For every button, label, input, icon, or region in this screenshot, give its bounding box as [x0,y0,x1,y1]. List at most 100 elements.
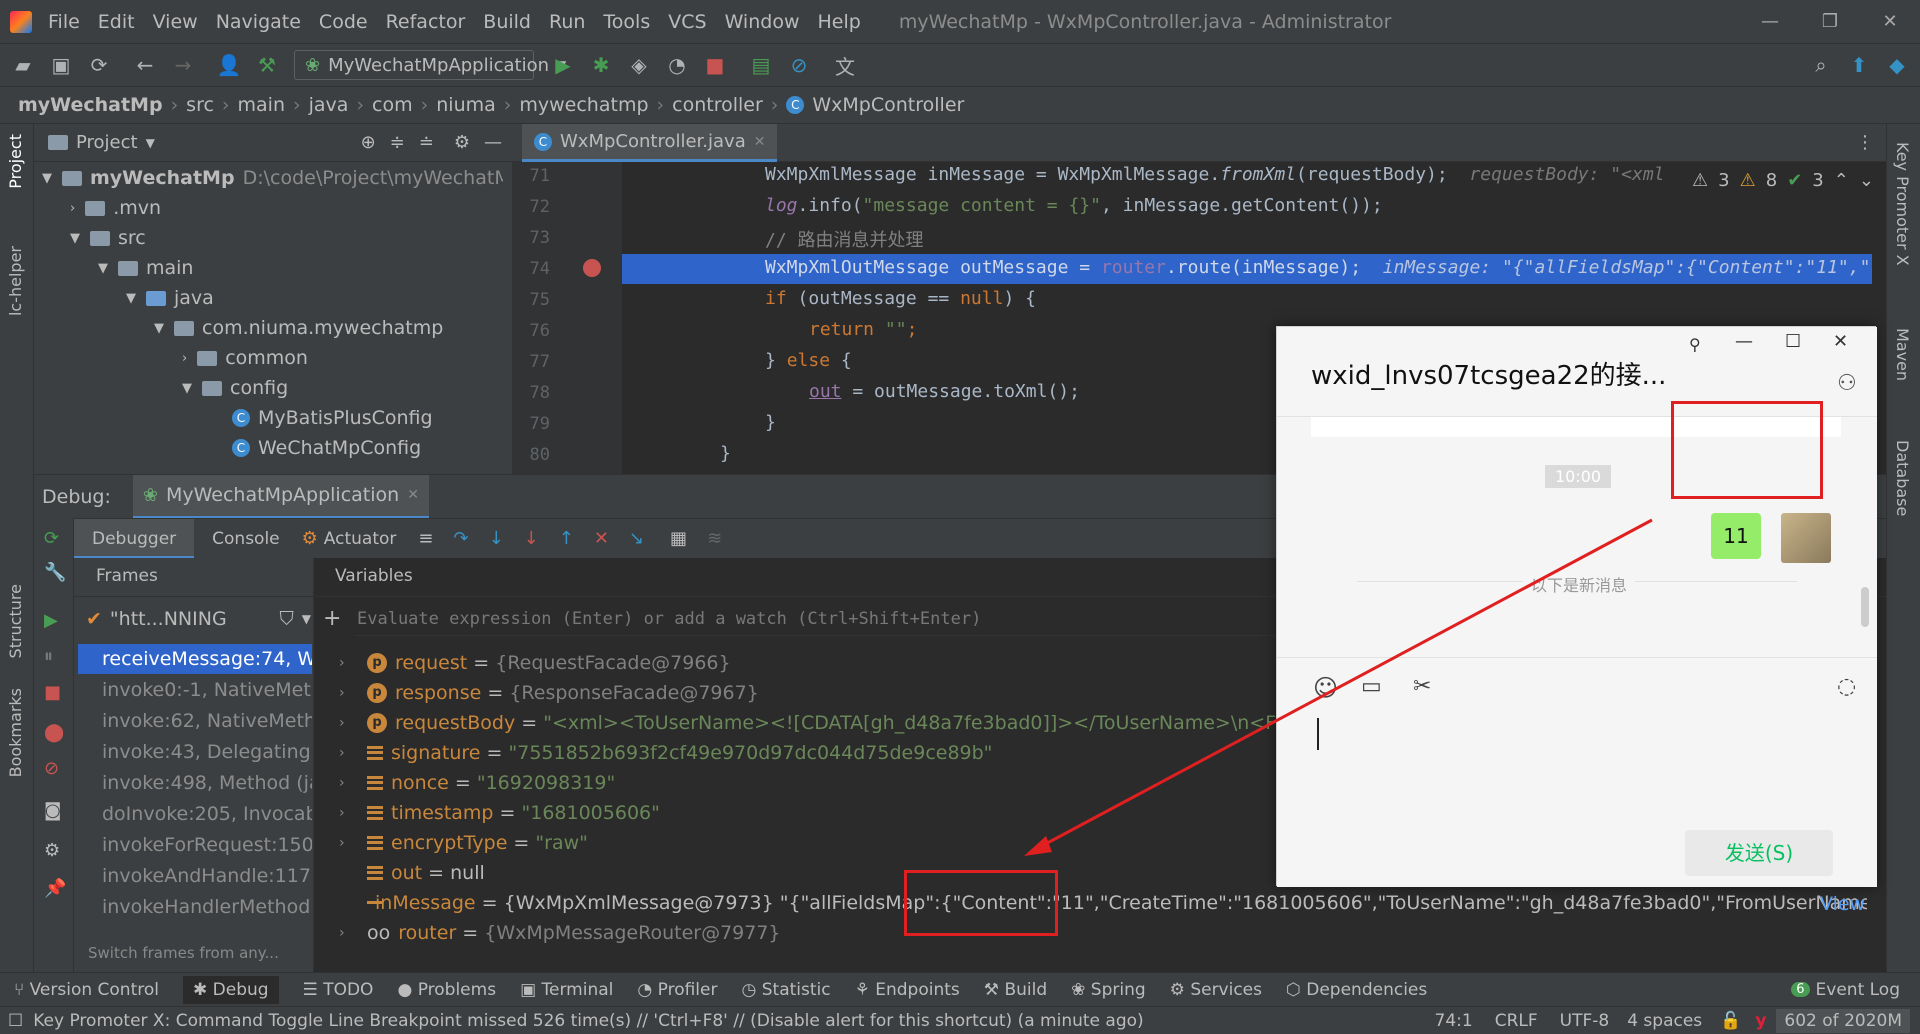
step-out-icon[interactable]: ↑ [559,528,574,549]
tree-item-package[interactable]: ▼ com.niuma.mywechatmp [154,313,443,343]
prev-issue-icon[interactable]: ⌃ [1834,170,1849,191]
tree-item-common[interactable]: › common [182,343,308,373]
trace-icon[interactable]: ≋ [707,528,722,549]
scrollbar[interactable] [1861,587,1869,627]
tree-item-mvn[interactable]: › .mvn [70,193,161,223]
project-tool-tab[interactable]: Project [6,134,25,189]
drop-frame-icon[interactable]: ✕ [594,528,609,549]
open-folder-icon[interactable]: ▰ [10,52,36,78]
force-step-into-icon[interactable]: ↓ [524,528,539,549]
pause-icon[interactable]: ⏸ [44,646,53,667]
variable-row[interactable]: ›inMessage = {WxMpXmlMessage@7973} "{"al… [367,888,1867,918]
variable-row[interactable]: › nonce = "1692098319" [339,768,615,798]
scissors-icon[interactable]: ✂ [1413,674,1431,699]
tab-actuator[interactable]: Actuator [318,529,409,549]
plugin-y-icon[interactable]: y [1755,1011,1766,1031]
status-message[interactable]: Key Promoter X: Command Toggle Line Brea… [33,1011,1213,1031]
tree-item-mybatisplusconfig[interactable]: C MyBatisPlusConfig [232,403,433,433]
menu-code[interactable]: Code [319,11,368,33]
restore-icon[interactable]: ❐ [1800,11,1860,32]
tool-statistic[interactable]: ◷ Statistic [741,980,830,1000]
gear-icon[interactable]: ⚙ [44,840,60,861]
frame-row[interactable]: invoke:62, NativeMethod [102,706,312,736]
emoji-icon[interactable]: ☺ [1313,674,1338,702]
next-issue-icon[interactable]: ⌄ [1859,170,1874,191]
frame-row[interactable]: invoke:43, DelegatingMe [102,737,312,767]
mute-breakpoints-icon[interactable]: ⊘ [44,758,59,779]
frame-row[interactable]: doInvoke:205, Invocable [102,799,312,829]
variable-row[interactable]: › oo router = {WxMpMessageRouter@7977} [339,918,781,948]
gear-icon[interactable]: ⚙ [454,132,470,153]
statistic-icon[interactable]: ▤ [748,52,774,78]
pin-icon[interactable]: ⚲ [1689,335,1701,354]
menu-file[interactable]: File [48,11,80,33]
tab-console[interactable]: Console [194,529,298,549]
frame-row[interactable]: invokeAndHandle:117, Se [102,861,312,891]
tree-item-main[interactable]: ▼ main [98,253,193,283]
run-config-select[interactable]: ❀ MyWechatMpApplication ▼ [294,50,566,80]
maximize-icon[interactable]: ☐ [1785,331,1801,352]
forward-icon[interactable]: → [170,52,196,78]
line-separator[interactable]: CRLF [1495,1011,1538,1031]
profile-icon[interactable]: ◔ [664,52,690,78]
menu-vcs[interactable]: VCS [668,11,706,33]
expand-icon[interactable]: › [339,775,345,791]
expand-icon[interactable]: › [339,925,345,941]
avatar[interactable] [1781,513,1831,563]
crumb-controller[interactable]: controller [672,94,763,116]
tool-version-control[interactable]: ⑂ Version Control [14,980,159,1000]
tool-services[interactable]: ⚙ Services [1170,980,1262,1000]
bookmarks-tool-tab[interactable]: Bookmarks [6,688,25,777]
menu-tools[interactable]: Tools [603,11,650,33]
lchelper-tool-tab[interactable]: lc-helper [6,246,25,316]
inspection-widget[interactable]: ⚠ 3 ⚠ 8 ✔ 3 ⌃ ⌄ [1692,170,1874,191]
tool-endpoints[interactable]: ⚘ Endpoints [855,980,960,1000]
disable-icon[interactable]: ⊘ [786,52,812,78]
variable-row[interactable]: › p request = {RequestFacade@7966} [339,648,731,678]
database-tool-tab[interactable]: Database [1893,440,1912,516]
add-watch-icon[interactable]: + [323,606,341,631]
tool-dependencies[interactable]: ⬡ Dependencies [1286,980,1427,1000]
chevron-down-icon[interactable]: ▼ [146,136,155,150]
expand-icon[interactable]: › [339,835,345,851]
plugin-icon[interactable]: ◆ [1884,52,1910,78]
tab-close-icon[interactable]: ✕ [754,134,766,150]
expand-icon[interactable]: › [339,685,345,701]
menu-run[interactable]: Run [549,11,585,33]
rerun-icon[interactable]: ⟳ [44,528,59,549]
crumb-com[interactable]: com [372,94,413,116]
tool-profiler[interactable]: ◔ Profiler [637,980,717,1000]
event-log[interactable]: 6 Event Log [1791,980,1900,1000]
editor-tab-active[interactable]: C WxMpController.java ✕ [522,124,778,162]
step-over-icon[interactable]: ↷ [453,528,468,549]
tool-debug[interactable]: ✱ Debug [182,975,279,1004]
menu-navigate[interactable]: Navigate [216,11,301,33]
message-bubble[interactable]: 11 [1711,513,1761,559]
variable-row[interactable]: out = null [367,858,485,888]
locate-icon[interactable]: ⊕ [361,132,376,153]
expand-icon[interactable]: › [339,655,345,671]
crumb-java[interactable]: java [309,94,349,116]
tree-item-src[interactable]: ▼ src [70,223,146,253]
minimize-icon[interactable]: — [1735,331,1753,352]
tree-item-config[interactable]: ▼ config [182,373,288,403]
close-icon[interactable]: ✕ [407,487,419,503]
variable-row[interactable]: › signature = "7551852b693f2cf49e970d97dc… [339,738,992,768]
view-breakpoints-icon[interactable]: ⬤ [44,722,64,743]
close-icon[interactable]: ✕ [1860,11,1920,32]
threads-icon[interactable]: ≡ [418,528,433,549]
user-icon[interactable]: 👤 [216,52,242,78]
menu-view[interactable]: View [153,11,198,33]
stop-icon[interactable]: ■ [702,52,728,78]
send-button[interactable]: 发送(S) [1685,830,1833,876]
menu-build[interactable]: Build [483,11,531,33]
file-encoding[interactable]: UTF-8 [1560,1011,1610,1031]
camera-icon[interactable]: ◙ [44,800,61,821]
folder-icon[interactable]: ▭ [1361,674,1382,699]
wrench-icon[interactable]: 🔧 [44,562,66,583]
frame-row[interactable]: invoke0:-1, NativeMetho [102,675,312,705]
expand-icon[interactable]: › [339,745,345,761]
stop-icon[interactable]: ■ [44,682,61,703]
tool-spring[interactable]: ❀ Spring [1071,980,1146,1000]
structure-tool-tab[interactable]: Structure [6,584,25,658]
